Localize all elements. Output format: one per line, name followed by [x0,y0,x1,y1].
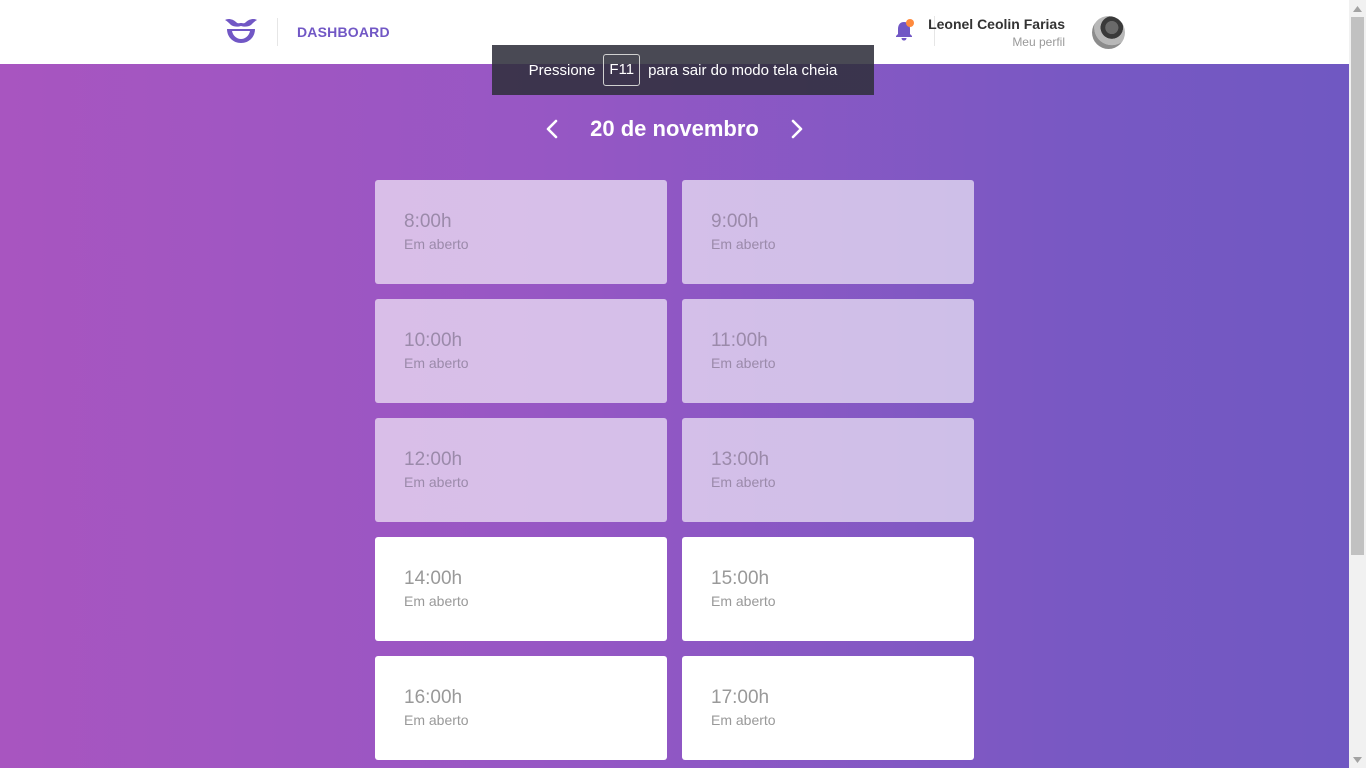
date-navigation: 20 de novembro [0,116,1349,142]
chevron-left-icon[interactable] [542,117,562,141]
time-slot-card[interactable]: 10:00h Em aberto [375,299,667,403]
slot-status: Em aberto [404,355,469,371]
slot-status: Em aberto [711,355,776,371]
slot-time: 14:00h [404,568,463,589]
slot-time: 16:00h [404,687,463,708]
slot-time: 13:00h [711,449,770,470]
dashboard-link[interactable]: DASHBOARD [297,24,390,40]
slot-time: 10:00h [404,330,463,351]
time-slot-card[interactable]: 16:00h Em aberto [375,656,667,760]
time-slot-card[interactable]: 13:00h Em aberto [682,418,974,522]
scroll-thumb[interactable] [1351,17,1364,555]
slot-time: 15:00h [711,568,770,589]
time-slot-card[interactable]: 15:00h Em aberto [682,537,974,641]
slot-time: 12:00h [404,449,463,470]
slot-time: 8:00h [404,211,452,232]
slot-status: Em aberto [711,712,776,728]
time-slot-card[interactable]: 11:00h Em aberto [682,299,974,403]
date-title: 20 de novembro [590,116,759,141]
mustache-smile-icon[interactable] [224,17,258,45]
header-divider [277,18,278,46]
time-slot-card[interactable]: 9:00h Em aberto [682,180,974,284]
slot-status: Em aberto [404,474,469,490]
time-slot-card[interactable]: 12:00h Em aberto [375,418,667,522]
profile-link[interactable]: Meu perfil [1012,35,1065,49]
time-slot-card[interactable]: 8:00h Em aberto [375,180,667,284]
slot-status: Em aberto [711,474,776,490]
chevron-right-icon[interactable] [787,117,807,141]
scroll-down-icon[interactable] [1349,751,1366,768]
slot-status: Em aberto [404,712,469,728]
toast-text-after: para sair do modo tela cheia [648,61,838,79]
slot-time: 11:00h [711,330,768,351]
main-content: 20 de novembro 8:00h Em aberto 9:00h Em abe… [0,64,1349,768]
page-scrollbar[interactable] [1349,0,1366,768]
slot-time: 17:00h [711,687,770,708]
user-name: Leonel Ceolin Farias [928,16,1065,32]
slot-status: Em aberto [711,236,776,252]
notification-dot [906,19,914,27]
slot-status: Em aberto [711,593,776,609]
slot-status: Em aberto [404,236,469,252]
toast-text-before: Pressione [528,61,596,79]
time-slot-card[interactable]: 14:00h Em aberto [375,537,667,641]
slot-status: Em aberto [404,593,469,609]
avatar[interactable] [1092,16,1125,49]
scroll-up-icon[interactable] [1349,0,1366,17]
time-slot-card[interactable]: 17:00h Em aberto [682,656,974,760]
toast-key: F11 [603,54,641,86]
fullscreen-toast: Pressione F11 para sair do modo tela che… [492,45,874,95]
slot-time: 9:00h [711,211,759,232]
